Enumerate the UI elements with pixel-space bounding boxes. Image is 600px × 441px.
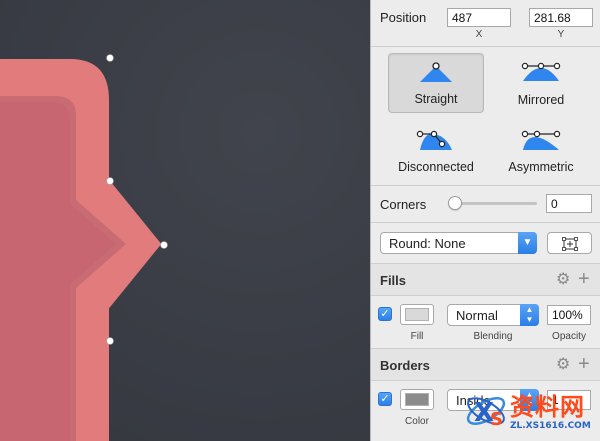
mirrored-point-icon — [521, 62, 561, 81]
borders-title: Borders — [380, 358, 430, 373]
inspector-panel: Position 487 281.68 X Y Straight Mirrore… — [370, 0, 600, 441]
disconnected-point-icon — [416, 130, 452, 150]
straight-point-icon — [420, 62, 452, 82]
watermark-title: 资料网 — [510, 393, 585, 421]
x-caption: X — [475, 29, 483, 40]
disconnected-button[interactable]: Disconnected — [388, 120, 484, 180]
watermark: X S 资料网 ZL.XS1616.COM — [462, 383, 600, 441]
watermark-logo: X S — [466, 397, 506, 430]
corners-label: Corners — [380, 197, 427, 212]
mirrored-label: Mirrored — [517, 93, 565, 107]
blending-value: Normal — [456, 308, 498, 323]
vector-point[interactable] — [106, 54, 114, 62]
divider — [371, 46, 600, 47]
flatten-button[interactable] — [547, 232, 592, 254]
chevron-updown-icon: ▲ ▼ — [520, 304, 539, 326]
divider — [371, 185, 600, 186]
watermark-url: ZL.XS1616.COM — [510, 421, 591, 431]
disconnected-label: Disconnected — [398, 160, 474, 174]
round-select-value: Round: None — [389, 236, 466, 251]
add-fill-icon[interactable]: + — [578, 269, 590, 289]
round-select[interactable]: Round: None ▼ — [380, 232, 537, 254]
vector-point[interactable] — [106, 177, 114, 185]
position-y-input[interactable]: 281.68 — [529, 8, 593, 27]
fill-color-preview — [405, 308, 429, 321]
border-color-swatch[interactable] — [400, 389, 434, 410]
position-x-input[interactable]: 487 — [447, 8, 511, 27]
add-border-icon[interactable]: + — [578, 354, 590, 374]
divider — [371, 222, 600, 223]
divider — [371, 295, 600, 296]
corners-input[interactable]: 0 — [546, 194, 592, 213]
y-caption: Y — [557, 29, 565, 40]
fill-caption: Fill — [410, 331, 424, 342]
design-canvas[interactable] — [0, 0, 370, 441]
fill-color-swatch[interactable] — [400, 304, 434, 325]
blending-caption: Blending — [473, 331, 513, 342]
straight-button[interactable]: Straight — [388, 53, 484, 113]
color-caption: Color — [405, 416, 429, 427]
svg-text:S: S — [490, 409, 503, 430]
blending-select[interactable]: Normal ▲ ▼ — [447, 304, 539, 326]
border-enabled-checkbox[interactable]: ✓ — [378, 392, 392, 406]
asymmetric-point-icon — [521, 130, 561, 150]
vector-point-selected[interactable] — [160, 241, 168, 249]
fill-enabled-checkbox[interactable]: ✓ — [378, 307, 392, 321]
asymmetric-label: Asymmetric — [508, 160, 574, 174]
position-label: Position — [380, 10, 427, 25]
chevron-down-icon: ▼ — [518, 232, 537, 254]
gear-icon[interactable]: ⚙ — [556, 357, 570, 373]
opacity-input[interactable]: 100% — [547, 305, 591, 325]
corners-slider-knob[interactable] — [448, 196, 462, 210]
vector-point[interactable] — [106, 337, 114, 345]
flatten-icon — [562, 237, 578, 251]
divider — [371, 380, 600, 381]
asymmetric-button[interactable]: Asymmetric — [493, 120, 589, 180]
fills-title: Fills — [380, 273, 407, 288]
straight-label: Straight — [414, 92, 458, 106]
border-color-preview — [405, 393, 429, 406]
gear-icon[interactable]: ⚙ — [556, 272, 570, 288]
mirrored-button[interactable]: Mirrored — [493, 53, 589, 113]
opacity-caption: Opacity — [552, 331, 586, 342]
corners-slider-track[interactable] — [453, 202, 537, 205]
vector-shape[interactable] — [0, 0, 370, 441]
